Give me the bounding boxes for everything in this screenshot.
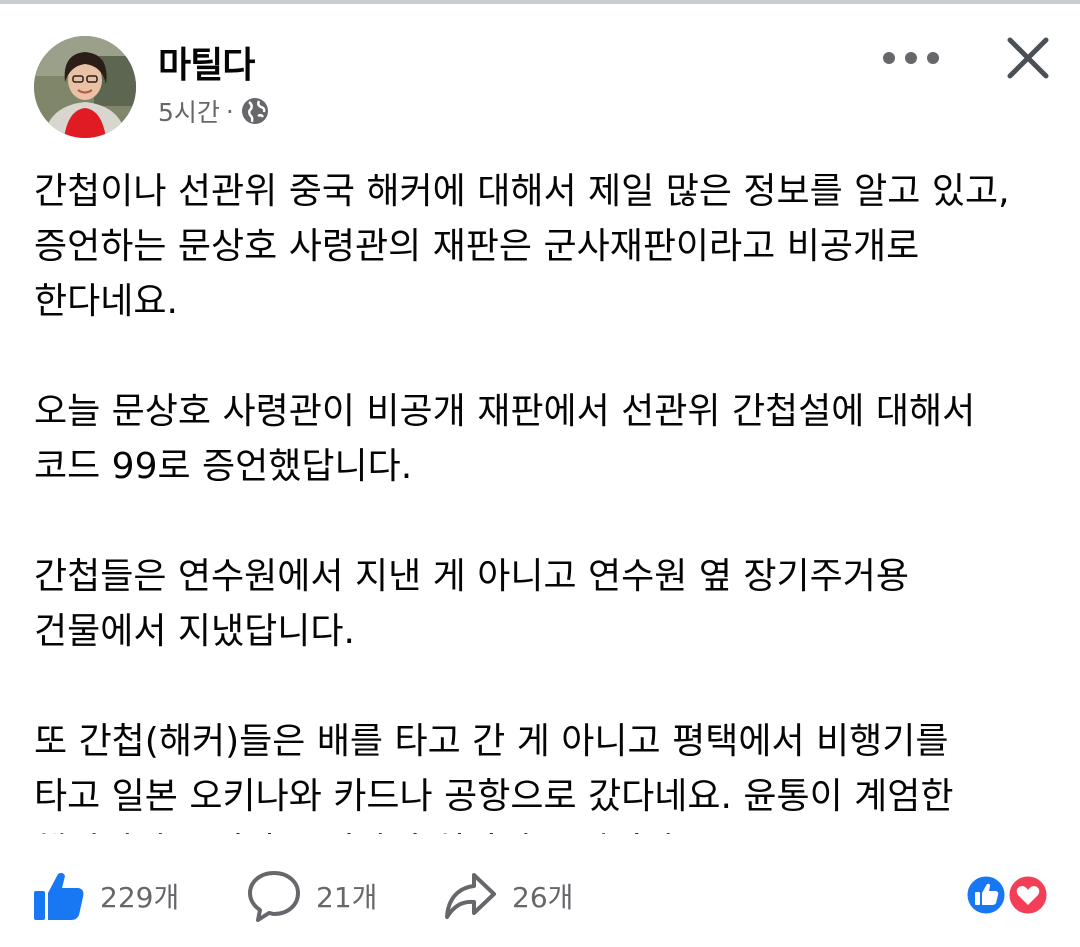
reaction-summary[interactable] <box>962 872 1052 918</box>
comment-button[interactable]: 21개 <box>246 870 377 922</box>
meta-separator: · <box>225 96 234 126</box>
post-paragraph: 또 간첩(해커)들은 배를 타고 간 게 아니고 평택에서 비행기를 타고 일본… <box>34 721 954 834</box>
globe-icon <box>240 96 270 126</box>
comment-bubble-icon <box>246 869 302 923</box>
like-button[interactable]: 229개 <box>32 870 179 922</box>
thumbs-up-icon <box>32 869 86 923</box>
share-count: 26개 <box>512 881 574 914</box>
like-reaction-icon <box>964 873 1008 917</box>
post-paragraph: 간첩이나 선관위 중국 해커에 대해서 제일 많은 정보를 알고 있고, 증언하… <box>34 171 1010 322</box>
like-count: 229개 <box>100 881 180 914</box>
avatar[interactable] <box>34 36 136 138</box>
post-paragraph: 간첩들은 연수원에서 지낸 게 아니고 연수원 옆 장기주거용 건물에서 지냈답… <box>34 556 909 652</box>
love-reaction-icon <box>1006 873 1050 917</box>
post-body: 간첩이나 선관위 중국 해커에 대해서 제일 많은 정보를 알고 있고, 증언하… <box>34 164 1064 834</box>
action-bar: 229개 21개 26개 <box>0 858 1080 934</box>
post-paragraph: 오늘 문상호 사령관이 비공개 재판에서 선관위 간첩설에 대해서 코드 99로… <box>34 391 976 487</box>
comment-count: 21개 <box>316 881 378 914</box>
top-border <box>0 0 1080 4</box>
share-arrow-icon <box>442 869 498 923</box>
share-button[interactable]: 26개 <box>442 870 573 922</box>
post-meta: 5시간 · <box>158 94 270 128</box>
author-name[interactable]: 마틸다 <box>158 36 255 88</box>
close-icon[interactable] <box>1004 34 1052 82</box>
post-time[interactable]: 5시간 <box>158 93 220 129</box>
more-icon[interactable] <box>883 44 939 72</box>
